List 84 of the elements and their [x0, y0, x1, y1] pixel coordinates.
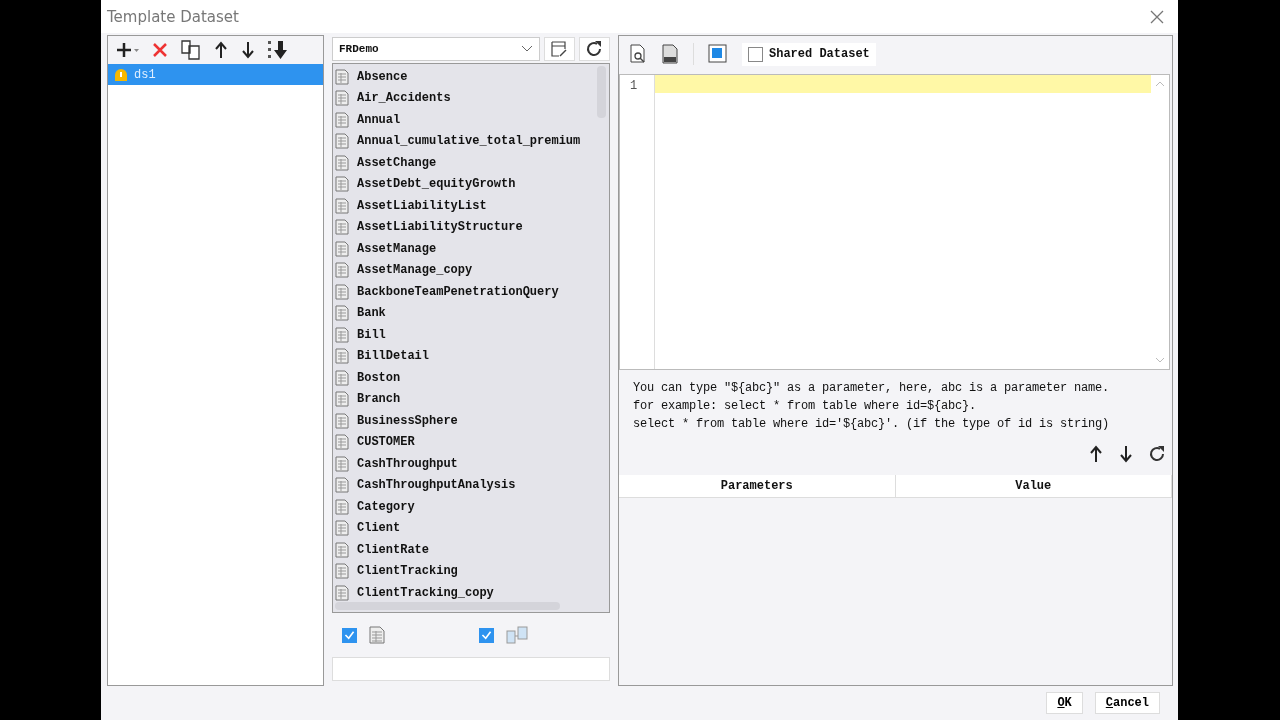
- table-icon: [335, 434, 349, 451]
- table-icon: [335, 283, 349, 300]
- table-icon: [335, 90, 349, 107]
- table-item[interactable]: ClientRate: [335, 539, 595, 561]
- table-item[interactable]: Client: [335, 517, 595, 539]
- hint-text: select * from table where id='${abc}'. (if the type of id is string): [633, 416, 1111, 433]
- table-item[interactable]: CUSTOMER: [335, 431, 595, 453]
- table-icon: [335, 68, 349, 85]
- column-header[interactable]: Parameters: [619, 475, 896, 497]
- line-number: 1: [629, 78, 639, 95]
- table-item[interactable]: Air_Accidents: [335, 87, 595, 109]
- table-item[interactable]: Absence: [335, 66, 595, 88]
- table-icon: [335, 541, 349, 558]
- refresh-button[interactable]: [578, 37, 610, 61]
- table-item[interactable]: Category: [335, 496, 595, 518]
- table-item[interactable]: ClientTracking: [335, 560, 595, 582]
- connection-dropdown[interactable]: FRDemo: [332, 37, 540, 61]
- table-filter-checkbox[interactable]: [342, 627, 357, 643]
- table-item[interactable]: Bill: [335, 324, 595, 346]
- preview-icon[interactable]: [629, 44, 647, 64]
- down-arrow-icon[interactable]: [240, 41, 256, 59]
- table-filter-checkbox[interactable]: [479, 627, 494, 643]
- table-icon: [335, 369, 349, 386]
- copy-icon[interactable]: [180, 40, 202, 60]
- table-item[interactable]: AssetManage_copy: [335, 259, 595, 281]
- table-item[interactable]: Annual: [335, 109, 595, 131]
- column-header[interactable]: Value: [895, 475, 1172, 497]
- chevron-down-icon: [520, 45, 533, 53]
- scrollbar[interactable]: [335, 602, 560, 610]
- table-item[interactable]: BusinessSphere: [335, 410, 595, 432]
- table-item[interactable]: AssetChange: [335, 152, 595, 174]
- hint-text: You can type "${abc}" as a parameter, here, abc is a parameter name.: [633, 380, 1111, 397]
- table-icon: [335, 520, 349, 537]
- checkbox-label: Shared Dataset: [769, 47, 870, 61]
- table-icon: [335, 240, 349, 257]
- delete-icon[interactable]: [151, 41, 169, 59]
- dialog-button[interactable]: OK: [1046, 692, 1083, 714]
- edit-icon: [550, 40, 569, 58]
- close-icon[interactable]: [1150, 9, 1164, 24]
- table-icon: [369, 626, 385, 644]
- table-icon: [335, 498, 349, 515]
- table-icon: [335, 154, 349, 171]
- table-item[interactable]: CashThroughput: [335, 453, 595, 475]
- table-icon: [335, 176, 349, 193]
- table-icon: [335, 563, 349, 580]
- table-icon: [335, 262, 349, 279]
- table-icon: [335, 391, 349, 408]
- table-item[interactable]: Branch: [335, 388, 595, 410]
- up-arrow-icon[interactable]: [1088, 445, 1104, 463]
- add-icon[interactable]: [116, 41, 140, 59]
- table-icon: [335, 197, 349, 214]
- search-field[interactable]: [332, 657, 610, 681]
- table-icon: [335, 477, 349, 494]
- table-item[interactable]: BillDetail: [335, 345, 595, 367]
- table-item[interactable]: Boston: [335, 367, 595, 389]
- table-icon: [335, 219, 349, 236]
- window-title: Template Dataset: [107, 7, 239, 26]
- table-icon: [335, 584, 349, 601]
- hint-text: for example: select * from table where id=${abc}.: [633, 398, 978, 415]
- up-arrow-icon[interactable]: [213, 41, 229, 59]
- down-arrow-icon[interactable]: [1118, 445, 1134, 463]
- table-icon: [335, 326, 349, 343]
- table-icon: [335, 305, 349, 322]
- table-icon: [335, 111, 349, 128]
- table-icon: [335, 412, 349, 429]
- table-icon: [335, 348, 349, 365]
- table-item[interactable]: ClientTracking_copy: [335, 582, 595, 604]
- dialog-button[interactable]: Cancel: [1094, 692, 1160, 714]
- table-item[interactable]: AssetDebt_equityGrowth: [335, 173, 595, 195]
- table-item[interactable]: AssetLiabilityList: [335, 195, 595, 217]
- table-icon: [335, 133, 349, 150]
- dataset-icon: [114, 67, 128, 82]
- refresh-icon[interactable]: [1148, 445, 1166, 463]
- table-item[interactable]: AssetManage: [335, 238, 595, 260]
- refresh-icon: [585, 40, 604, 58]
- view-icon: [506, 626, 528, 644]
- table-item[interactable]: Annual_cumulative_total_premium: [335, 130, 595, 152]
- table-icon: [335, 455, 349, 472]
- table-item[interactable]: AssetLiabilityStructure: [335, 216, 595, 238]
- shared-dataset-checkbox[interactable]: [748, 46, 763, 62]
- table-item[interactable]: Bank: [335, 302, 595, 324]
- table-item[interactable]: BackboneTeamPenetrationQuery: [335, 281, 595, 303]
- table-item[interactable]: CashThroughputAnalysis: [335, 474, 595, 496]
- move-bottom-icon[interactable]: [267, 40, 289, 60]
